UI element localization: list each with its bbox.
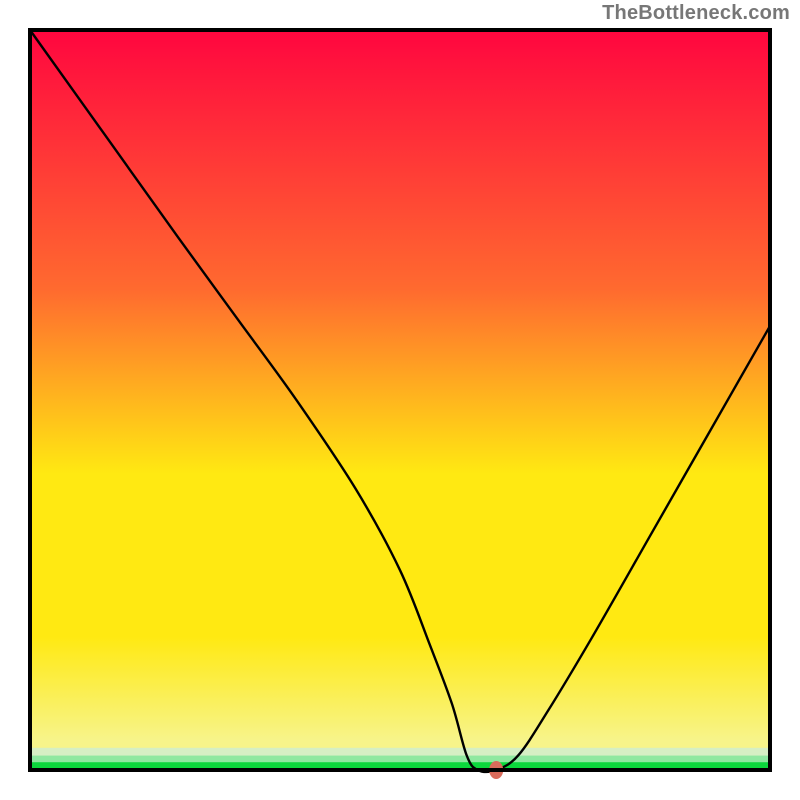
gradient-background [30, 30, 770, 770]
bottleneck-chart: TheBottleneck.com [0, 0, 800, 800]
plot-area [30, 30, 770, 779]
watermark-label: TheBottleneck.com [602, 2, 790, 25]
chart-canvas [0, 0, 800, 800]
